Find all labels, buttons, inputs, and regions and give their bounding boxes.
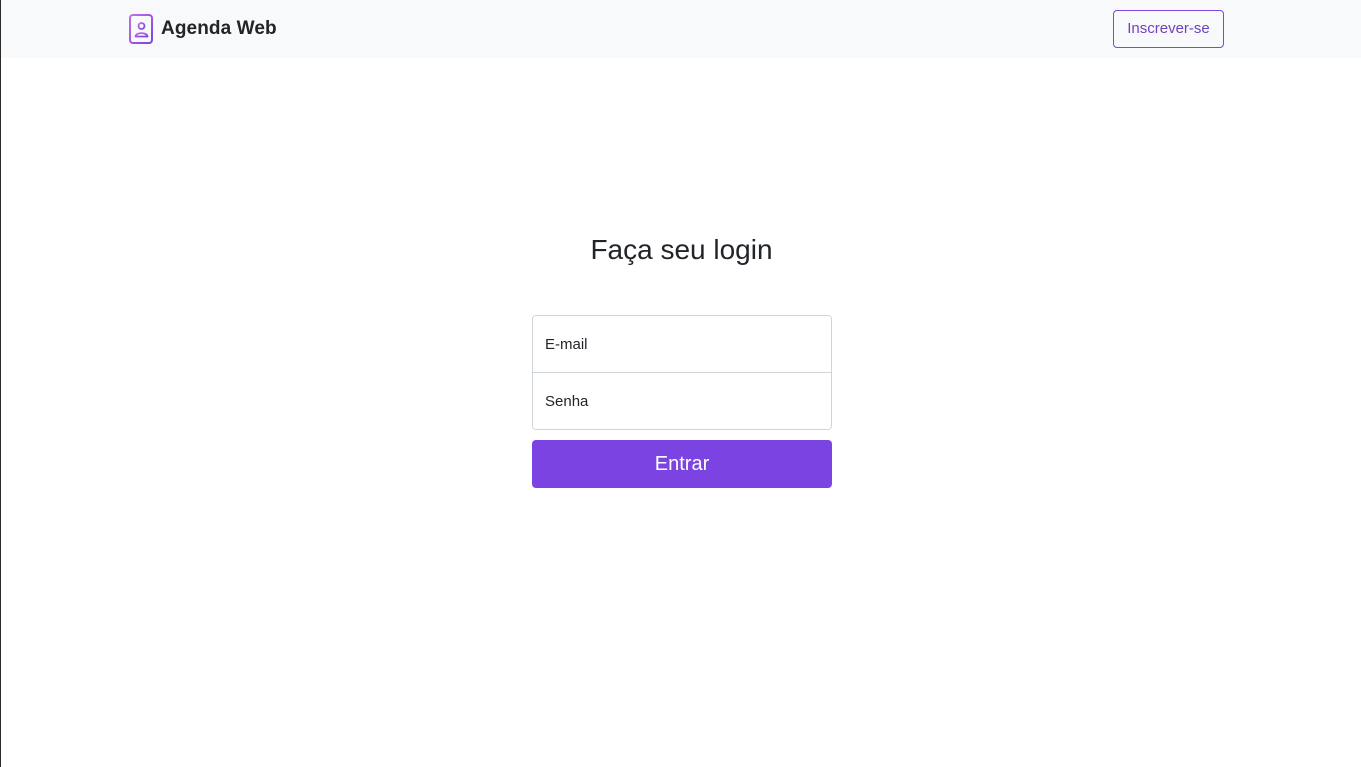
email-field[interactable]: [533, 316, 831, 373]
login-form: [532, 315, 832, 430]
navbar: Agenda Web Inscrever-se: [1, 0, 1361, 58]
password-field[interactable]: [533, 373, 831, 429]
page-title: Faça seu login: [590, 234, 773, 265]
address-book-icon: [125, 13, 155, 45]
login-button[interactable]: Entrar: [532, 440, 832, 488]
brand-name: Agenda Web: [161, 18, 277, 39]
signup-button[interactable]: Inscrever-se: [1113, 10, 1224, 48]
login-page: Agenda Web Inscrever-se Faça seu login E…: [0, 0, 1361, 767]
brand-link[interactable]: Agenda Web: [125, 13, 277, 45]
